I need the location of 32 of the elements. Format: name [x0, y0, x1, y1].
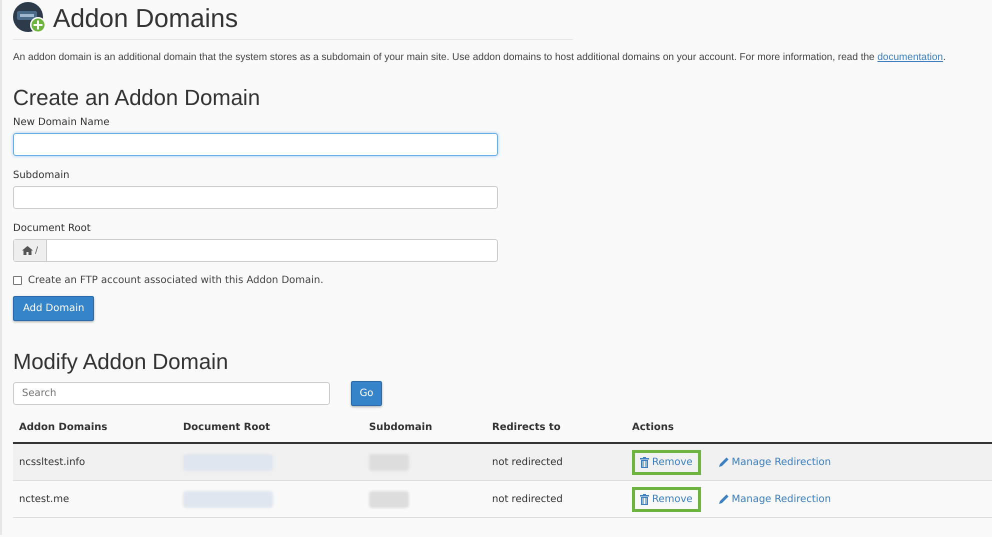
section-heading: Modify Addon Domain — [13, 349, 230, 375]
add-domain-button[interactable]: Add Domain — [13, 296, 94, 321]
field-label: Subdomain — [13, 170, 70, 181]
remove-link[interactable]: Remove — [632, 486, 701, 512]
manage-redirection-link[interactable]: Manage Redirection — [710, 450, 839, 474]
redacted-block — [369, 490, 409, 508]
document-root-field[interactable]: / — [13, 239, 498, 262]
table-cell: nctest.me — [13, 480, 177, 518]
text-field[interactable] — [13, 186, 498, 209]
table-cell: ncssltest.info — [13, 443, 177, 480]
description-text: An addon domain is an additional domain that the system stores as a subdomain of your main site. Use addon domains to host additional domains on your account. For more information, read the documentation. — [13, 52, 947, 63]
page-title: Addon Domains — [53, 2, 238, 34]
search-field[interactable]: Search — [13, 382, 330, 405]
field-label: Document Root — [13, 223, 91, 234]
pencil-icon — [718, 457, 729, 467]
documentation-link[interactable]: documentation — [877, 52, 943, 63]
domain-add-icon — [13, 2, 47, 34]
checkbox[interactable] — [13, 276, 22, 285]
go-button[interactable]: Go — [351, 381, 382, 406]
home-icon — [22, 246, 33, 255]
table-cell: not redirected — [486, 480, 626, 518]
text-field[interactable] — [13, 133, 498, 156]
field-label: New Domain Name — [13, 117, 110, 128]
section-heading: Create an Addon Domain — [13, 85, 262, 111]
pencil-icon — [718, 494, 729, 504]
manage-redirection-link[interactable]: Manage Redirection — [710, 486, 839, 512]
trash-icon — [640, 494, 649, 504]
table-cell: not redirected — [486, 443, 626, 480]
path-prefix: / — [35, 246, 38, 256]
trash-icon — [640, 456, 649, 468]
checkbox-label: Create an FTP account associated with this Addon Domain. — [28, 275, 324, 286]
remove-link[interactable]: Remove — [632, 450, 701, 474]
